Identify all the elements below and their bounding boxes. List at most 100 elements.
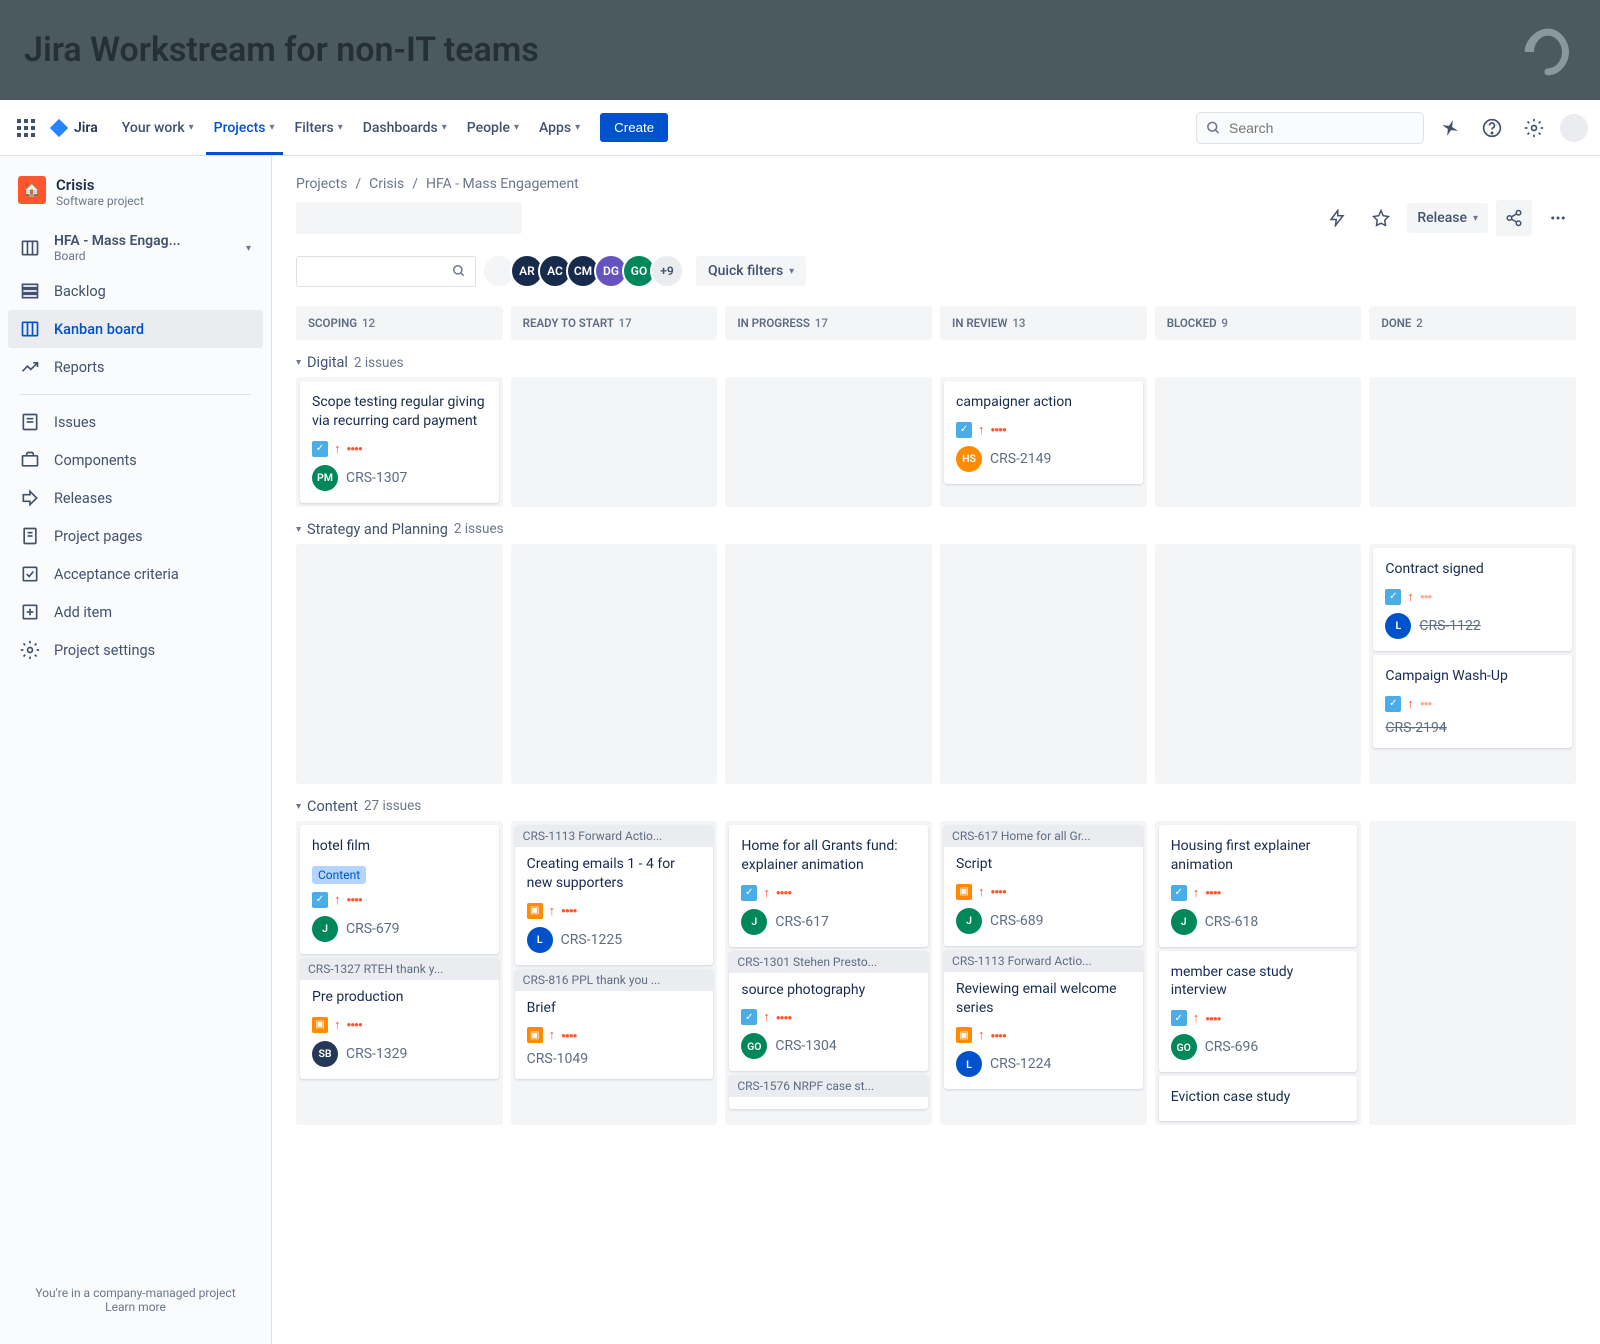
sidebar-item-reports[interactable]: Reports <box>8 348 263 386</box>
sidebar-item-releases[interactable]: Releases <box>8 479 263 517</box>
card-epic-link[interactable]: CRS-1301 Stehen Presto... <box>729 951 928 973</box>
breadcrumb-item[interactable]: Crisis <box>369 176 404 192</box>
column-cell[interactable] <box>725 377 932 507</box>
nav-item-filters[interactable]: Filters▾ <box>287 114 351 142</box>
assignee-avatar[interactable]: GO <box>1171 1034 1197 1060</box>
column-cell[interactable]: campaigner action ✓ ↑ ●●●● HS CRS-2149 <box>940 377 1147 507</box>
issue-card[interactable]: CRS-1576 NRPF case st... <box>729 1075 928 1109</box>
release-button[interactable]: Release▾ <box>1407 203 1488 233</box>
issue-card[interactable]: hotel filmContent ✓ ↑ ●●●● J CRS-679 <box>300 825 499 954</box>
assignee-avatar[interactable]: PM <box>312 465 338 491</box>
card-title: member case study interview <box>1171 963 1346 1001</box>
assignee-avatar[interactable]: L <box>956 1051 982 1077</box>
assignee-avatar[interactable]: J <box>741 909 767 935</box>
priority-icon: ↑ <box>1407 589 1414 605</box>
search-input[interactable] <box>1196 112 1424 144</box>
column-cell[interactable] <box>1155 377 1362 507</box>
card-epic-link[interactable]: CRS-1113 Forward Actio... <box>515 825 714 847</box>
issue-card[interactable]: Campaign Wash-Up ✓ ↑ ●●● CRS-2194 <box>1373 655 1572 748</box>
assignee-avatar[interactable]: J <box>1171 909 1197 935</box>
nav-item-apps[interactable]: Apps▾ <box>531 114 588 142</box>
column-cell[interactable] <box>511 377 718 507</box>
jira-logo[interactable]: Jira <box>48 117 98 139</box>
global-search[interactable] <box>1196 112 1424 144</box>
issue-card[interactable]: CRS-1113 Forward Actio... Reviewing email… <box>944 950 1143 1090</box>
column-cell[interactable]: Housing first explainer animation ✓ ↑ ●●… <box>1155 821 1362 1125</box>
column-cell[interactable]: CRS-617 Home for all Gr...Script ▣ ↑ ●●●… <box>940 821 1147 1125</box>
breadcrumb-item[interactable]: HFA - Mass Engagement <box>426 176 579 192</box>
swimlane-header[interactable]: ▸Strategy and Planning 2 issues <box>296 515 1576 544</box>
column-cell[interactable] <box>511 544 718 784</box>
board-search[interactable] <box>296 256 476 287</box>
more-icon[interactable] <box>1540 200 1576 236</box>
card-epic-link[interactable]: CRS-1113 Forward Actio... <box>944 950 1143 972</box>
issue-card[interactable]: Contract signed ✓ ↑ ●●● L CRS-1122 <box>1373 548 1572 651</box>
column-cell[interactable] <box>1155 544 1362 784</box>
issue-card[interactable]: Scope testing regular giving via recurri… <box>300 381 499 503</box>
nav-item-people[interactable]: People▾ <box>459 114 527 142</box>
priority-icon: ↑ <box>763 885 770 901</box>
assignee-avatar[interactable]: GO <box>741 1033 767 1059</box>
issue-card[interactable]: CRS-1301 Stehen Presto...source photogra… <box>729 951 928 1072</box>
sidebar-item-additem[interactable]: Add item <box>8 593 263 631</box>
sidebar-item-backlog[interactable]: Backlog <box>8 272 263 310</box>
issue-card[interactable]: campaigner action ✓ ↑ ●●●● HS CRS-2149 <box>944 381 1143 484</box>
nav-item-dashboards[interactable]: Dashboards▾ <box>355 114 455 142</box>
column-cell[interactable] <box>725 544 932 784</box>
star-icon[interactable] <box>1363 200 1399 236</box>
nav-item-projects[interactable]: Projects▾ <box>206 114 283 142</box>
column-cell[interactable] <box>1369 821 1576 1125</box>
issue-card[interactable]: Housing first explainer animation ✓ ↑ ●●… <box>1159 825 1358 947</box>
column-cell[interactable]: CRS-1113 Forward Actio...Creating emails… <box>511 821 718 1125</box>
breadcrumb-item[interactable]: Projects <box>296 176 347 192</box>
issue-card[interactable]: CRS-816 PPL thank you ...Brief ▣ ↑ ●●●● … <box>515 969 714 1080</box>
sidebar-item-settings[interactable]: Project settings <box>8 631 263 669</box>
swimlane-header[interactable]: ▸Digital 2 issues <box>296 348 1576 377</box>
assignee-avatar[interactable]: J <box>312 916 338 942</box>
sidebar-item-issues[interactable]: Issues <box>8 403 263 441</box>
column-cell[interactable] <box>1369 377 1576 507</box>
assignee-avatar[interactable]: L <box>527 927 553 953</box>
learn-more-link[interactable]: Learn more <box>105 1300 166 1314</box>
sidebar-item-acceptance[interactable]: Acceptance criteria <box>8 555 263 593</box>
assignee-avatar[interactable]: L <box>1385 613 1411 639</box>
card-epic-link[interactable]: CRS-617 Home for all Gr... <box>944 825 1143 847</box>
app-switcher-icon[interactable] <box>12 114 40 142</box>
issue-card[interactable]: member case study interview ✓ ↑ ●●●● GO … <box>1159 951 1358 1073</box>
card-epic-link[interactable]: CRS-1576 NRPF case st... <box>729 1075 928 1097</box>
swimlane-header[interactable]: ▸Content 27 issues <box>296 792 1576 821</box>
card-title: Reviewing email welcome series <box>956 980 1131 1018</box>
sidebar-item-pages[interactable]: Project pages <box>8 517 263 555</box>
column-cell[interactable]: Contract signed ✓ ↑ ●●● L CRS-1122 Campa… <box>1369 544 1576 784</box>
column-cell[interactable] <box>940 544 1147 784</box>
issue-card[interactable]: Home for all Grants fund: explainer anim… <box>729 825 928 947</box>
avatar-more[interactable]: +9 <box>650 254 684 288</box>
assignee-avatar[interactable]: SB <box>312 1041 338 1067</box>
automation-icon[interactable] <box>1319 200 1355 236</box>
column-cell[interactable]: Home for all Grants fund: explainer anim… <box>725 821 932 1125</box>
issue-card[interactable]: Eviction case study <box>1159 1076 1358 1121</box>
issue-card[interactable]: CRS-1327 RTEH thank y...Pre production ▣… <box>300 958 499 1079</box>
quick-filters-button[interactable]: Quick filters▾ <box>696 256 806 286</box>
sidebar-item-components[interactable]: Components <box>8 441 263 479</box>
board-selector[interactable]: HFA - Mass Engag... Board ▾ <box>8 224 263 272</box>
column-cell[interactable]: hotel filmContent ✓ ↑ ●●●● J CRS-679 CRS… <box>296 821 503 1125</box>
share-icon[interactable] <box>1496 200 1532 236</box>
issue-card[interactable]: CRS-1113 Forward Actio...Creating emails… <box>515 825 714 965</box>
assignee-avatar[interactable]: HS <box>956 446 982 472</box>
board-search-input[interactable] <box>296 256 476 287</box>
project-header[interactable]: 🏠 Crisis Software project <box>8 176 263 224</box>
sidebar-item-kanban[interactable]: Kanban board <box>8 310 263 348</box>
notifications-icon[interactable] <box>1434 112 1466 144</box>
card-epic-link[interactable]: CRS-1327 RTEH thank y... <box>300 958 499 980</box>
profile-avatar[interactable] <box>1560 114 1588 142</box>
column-cell[interactable]: Scope testing regular giving via recurri… <box>296 377 503 507</box>
nav-item-your-work[interactable]: Your work▾ <box>114 114 202 142</box>
assignee-avatar[interactable]: J <box>956 908 982 934</box>
create-button[interactable]: Create <box>600 113 668 142</box>
issue-card[interactable]: CRS-617 Home for all Gr...Script ▣ ↑ ●●●… <box>944 825 1143 946</box>
help-icon[interactable] <box>1476 112 1508 144</box>
settings-icon[interactable] <box>1518 112 1550 144</box>
column-cell[interactable] <box>296 544 503 784</box>
card-epic-link[interactable]: CRS-816 PPL thank you ... <box>515 969 714 991</box>
